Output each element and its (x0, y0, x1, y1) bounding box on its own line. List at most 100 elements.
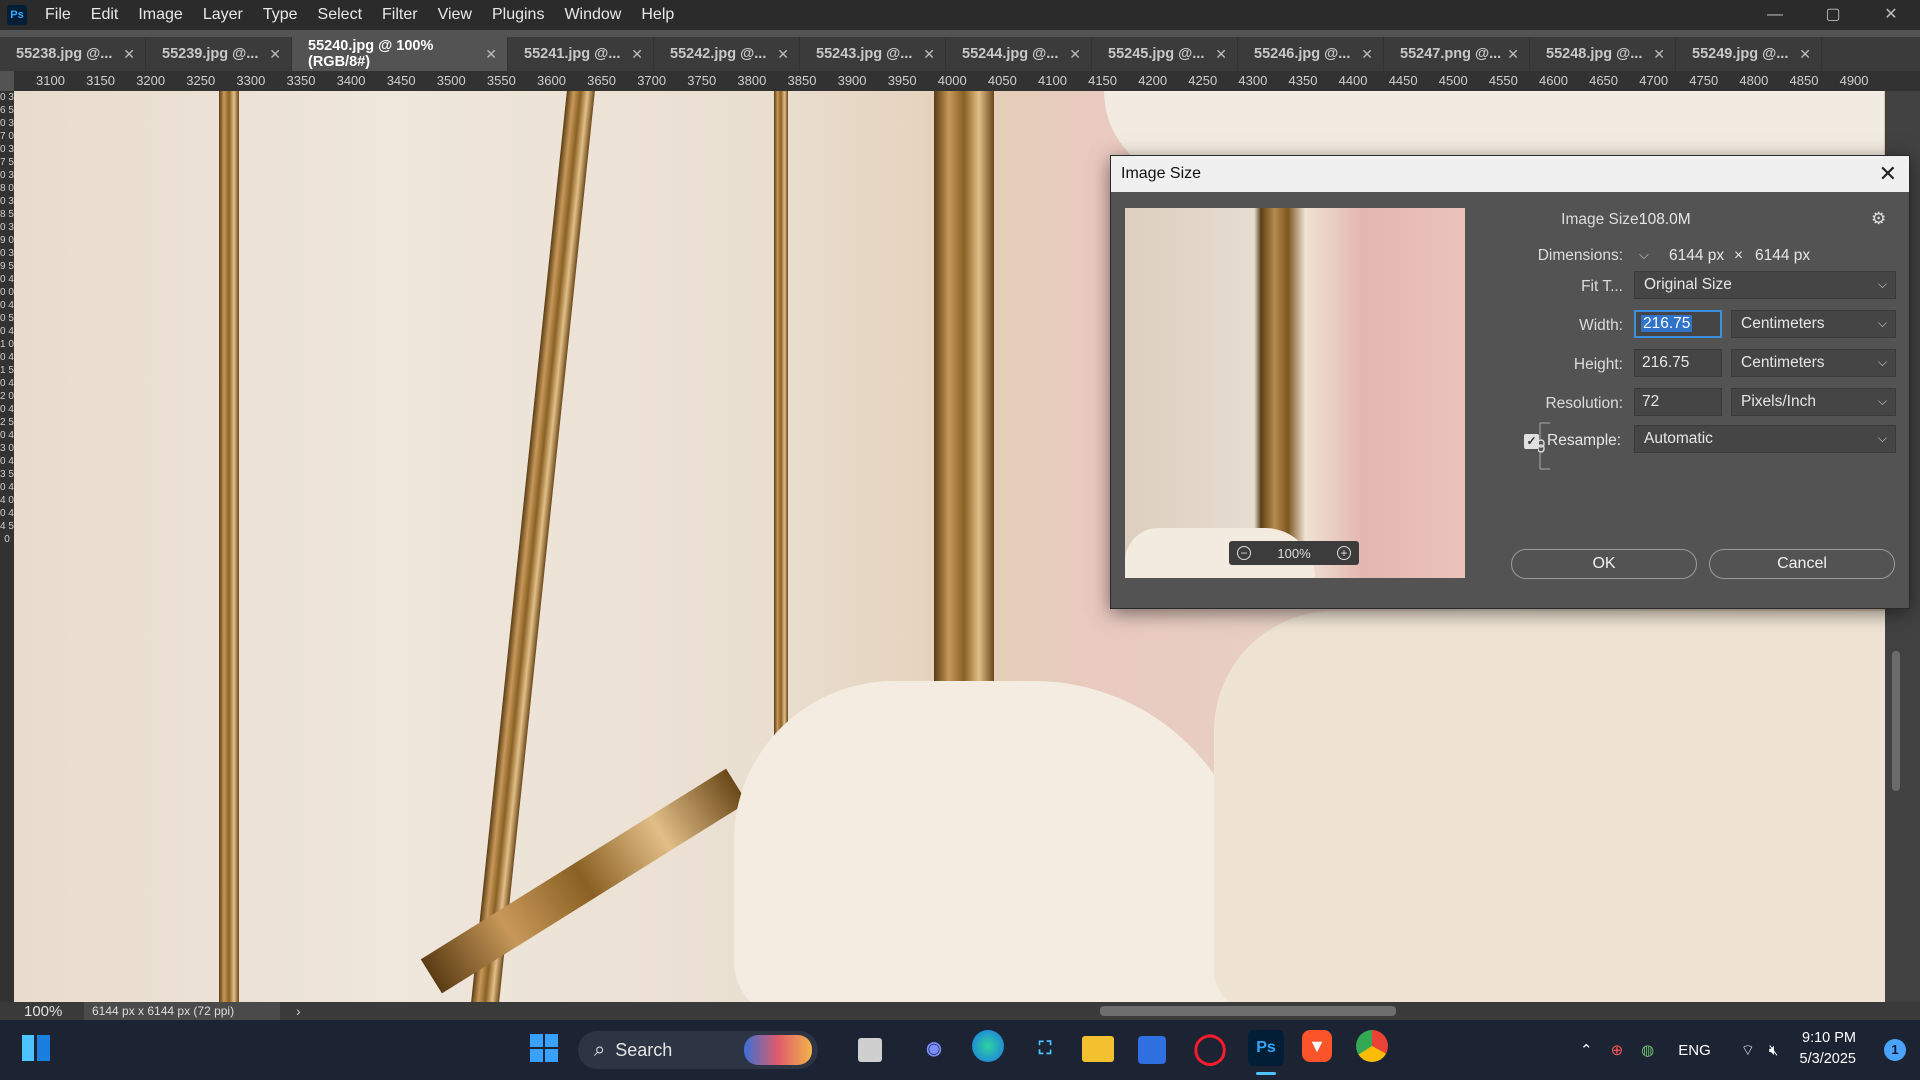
tab-close-icon[interactable]: ✕ (631, 46, 643, 63)
tab-55243[interactable]: 55243.jpg @... ✕ (800, 37, 946, 71)
ruler-tick-label: 3200 (136, 73, 166, 88)
width-unit-select[interactable]: Centimeters ⌵ (1731, 310, 1896, 338)
menu-layer[interactable]: Layer (193, 0, 253, 30)
zoom-level[interactable]: 100% (0, 1003, 84, 1020)
tab-55249[interactable]: 55249.jpg @... ✕ (1676, 37, 1822, 71)
horizontal-ruler: 3100 3150 3200 3250 3300 3350 3400 3450 3500 3550… (14, 71, 1920, 92)
ruler-tick-label: 4550 (1488, 73, 1518, 88)
tab-label: 55245.jpg @... (1108, 46, 1205, 62)
menu-select[interactable]: Select (308, 0, 372, 30)
tab-55245[interactable]: 55245.jpg @... ✕ (1092, 37, 1238, 71)
tab-close-icon[interactable]: ✕ (123, 46, 135, 63)
brave-icon[interactable]: ▼ (1302, 1030, 1332, 1062)
dialog-close-icon[interactable]: ✕ (1879, 161, 1897, 187)
resolution-input[interactable]: 72 (1634, 388, 1722, 416)
tab-close-icon[interactable]: ✕ (1507, 46, 1519, 63)
ruler-tick-label: 4750 (1689, 73, 1719, 88)
tab-55241[interactable]: 55241.jpg @... ✕ (508, 37, 654, 71)
fit-to-select[interactable]: Original Size ⌵ (1634, 271, 1896, 299)
tab-55246[interactable]: 55246.jpg @... ✕ (1238, 37, 1384, 71)
image-size-dialog: Image Size ✕ − 100% + Image Size: 108.0M… (1110, 155, 1910, 609)
camera-app-icon[interactable]: ⛶ (1027, 1030, 1063, 1066)
tab-55238[interactable]: 55238.jpg @... ✕ (0, 37, 146, 71)
tab-55239[interactable]: 55239.jpg @... ✕ (146, 37, 292, 71)
ruler-tick-label: 3750 (687, 73, 717, 88)
ruler-tick-label: 3600 (537, 73, 566, 88)
status-bar: 100% 6144 px x 6144 px (72 ppi) › (0, 1002, 1920, 1020)
ruler-tick-label: 3900 (837, 73, 867, 88)
gear-icon[interactable]: ⚙ (1871, 209, 1886, 229)
maximize-button[interactable]: ▢ (1804, 0, 1862, 30)
chat-icon[interactable]: ◉ (916, 1030, 952, 1066)
tab-55248[interactable]: 55248.jpg @... ✕ (1530, 37, 1676, 71)
width-input[interactable]: 216.75 (1634, 310, 1722, 338)
menu-window[interactable]: Window (554, 0, 631, 30)
zoom-in-icon[interactable]: + (1337, 546, 1351, 560)
file-explorer-icon[interactable] (1082, 1036, 1114, 1062)
tab-close-icon[interactable]: ✕ (1069, 46, 1081, 63)
scroll-thumb[interactable] (1892, 651, 1900, 791)
search-icon: ⌕ (594, 1038, 606, 1061)
taskbar-search[interactable]: ⌕ Search (578, 1031, 818, 1069)
tab-close-icon[interactable]: ✕ (777, 46, 789, 63)
menu-image[interactable]: Image (128, 0, 192, 30)
dialog-title: Image Size (1121, 165, 1202, 182)
menu-filter[interactable]: Filter (372, 0, 428, 30)
tab-close-icon[interactable]: ✕ (1799, 46, 1811, 63)
taskbar-clock[interactable]: 9:10 PM 5/3/2025 (1800, 1028, 1856, 1070)
tab-55244[interactable]: 55244.jpg @... ✕ (946, 37, 1092, 71)
resolution-unit-select[interactable]: Pixels/Inch ⌵ (1731, 388, 1896, 416)
tab-close-icon[interactable]: ✕ (1653, 46, 1665, 63)
widgets-icon[interactable] (18, 1030, 54, 1066)
resolution-value: 72 (1642, 393, 1660, 410)
chevron-down-icon: ⌵ (1877, 394, 1887, 408)
chrome-icon[interactable] (1356, 1030, 1388, 1062)
menu-type[interactable]: Type (253, 0, 308, 30)
volume-muted-icon[interactable]: 🔇︎ (1769, 1042, 1778, 1059)
photoshop-taskbar-icon[interactable]: Ps (1248, 1030, 1284, 1066)
ruler-tick-label: 4800 (1739, 73, 1769, 88)
language-indicator[interactable]: ENG (1678, 1042, 1711, 1059)
tab-close-icon[interactable]: ✕ (1215, 46, 1227, 63)
network-globe-icon[interactable]: ◍ (1641, 1041, 1654, 1059)
tab-close-icon[interactable]: ✕ (269, 46, 281, 63)
minimize-button[interactable]: — (1746, 0, 1804, 30)
height-input[interactable]: 216.75 (1634, 349, 1722, 377)
status-arrow-icon[interactable]: › (296, 1003, 301, 1019)
menu-edit[interactable]: Edit (81, 0, 129, 30)
resample-checkbox[interactable]: ✓ (1524, 434, 1539, 449)
tab-55240-active[interactable]: 55240.jpg @ 100% (RGB/8#) ✕ (292, 37, 508, 71)
opera-icon[interactable]: ◯ (1192, 1030, 1228, 1066)
menu-help[interactable]: Help (631, 0, 684, 30)
image-size-value: 108.0M (1639, 211, 1691, 228)
notification-badge[interactable]: 1 (1884, 1039, 1906, 1061)
menu-file[interactable]: File (35, 0, 81, 30)
resample-select[interactable]: Automatic ⌵ (1634, 425, 1896, 453)
store-icon[interactable] (1138, 1036, 1166, 1064)
dimensions-dropdown-icon[interactable]: ⌵ (1639, 247, 1649, 263)
start-icon[interactable] (526, 1030, 562, 1066)
image-preview[interactable]: − 100% + (1125, 208, 1465, 578)
task-view-icon[interactable] (858, 1038, 882, 1062)
menu-view[interactable]: View (428, 0, 482, 30)
photoshop-active-indicator (1256, 1072, 1276, 1075)
tab-55242[interactable]: 55242.jpg @... ✕ (654, 37, 800, 71)
height-unit-select[interactable]: Centimeters ⌵ (1731, 349, 1896, 377)
tab-close-icon[interactable]: ✕ (923, 46, 935, 63)
image-size-label: Image Size: (1561, 211, 1643, 228)
tab-55247[interactable]: 55247.png @... ✕ (1384, 37, 1530, 71)
close-window-button[interactable]: ✕ (1862, 0, 1920, 30)
zoom-out-icon[interactable]: − (1237, 546, 1251, 560)
chevron-up-icon[interactable]: ⌃ (1580, 1041, 1593, 1059)
vpn-icon[interactable]: ⊕ (1611, 1041, 1624, 1059)
ok-button[interactable]: OK (1511, 549, 1697, 579)
horizontal-scroll-thumb[interactable] (1100, 1006, 1396, 1016)
cancel-button[interactable]: Cancel (1709, 549, 1895, 579)
wifi-icon[interactable]: ⌔ (1741, 1041, 1755, 1060)
ruler-tick-label: 4150 (1088, 73, 1118, 88)
tab-close-icon[interactable]: ✕ (485, 46, 497, 63)
tab-close-icon[interactable]: ✕ (1361, 46, 1373, 63)
menu-plugins[interactable]: Plugins (482, 0, 554, 30)
edge-icon[interactable] (972, 1030, 1004, 1062)
resample-label: Resample: (1547, 432, 1622, 449)
